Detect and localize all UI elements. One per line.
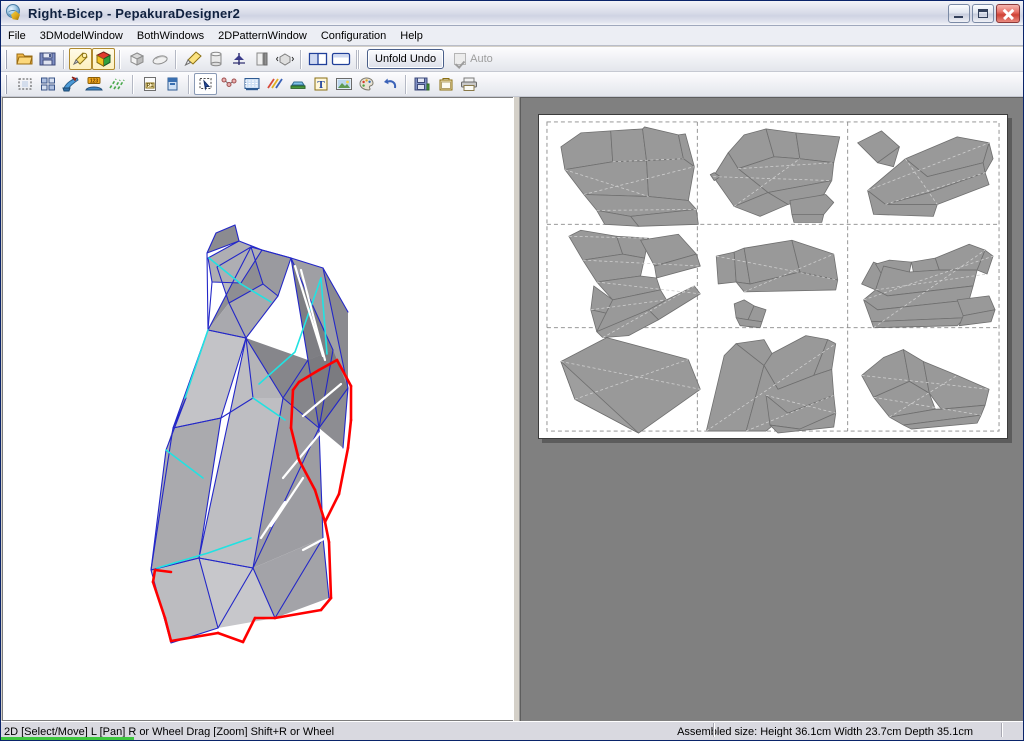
toolbar-separator <box>358 49 360 69</box>
toolbar-separator <box>188 74 190 94</box>
select-move-icon[interactable] <box>194 73 217 95</box>
paint-brush-icon[interactable] <box>59 73 82 95</box>
single-view-icon[interactable] <box>329 48 352 70</box>
color-cube-icon[interactable] <box>92 48 115 70</box>
toolbar-grip[interactable] <box>4 49 11 69</box>
toolbar-separator <box>119 49 121 69</box>
cut-line-icon[interactable] <box>240 73 263 95</box>
add-text-icon[interactable]: T <box>309 73 332 95</box>
unfold-undo-button[interactable]: Unfold Undo <box>367 49 445 69</box>
toolbar-primary: Unfold Undo Auto <box>1 47 1023 72</box>
toolbar-separator <box>300 49 302 69</box>
flatten-icon[interactable] <box>286 73 309 95</box>
print-preview-icon[interactable] <box>434 73 457 95</box>
flag-icon[interactable] <box>161 73 184 95</box>
toolbar-separator <box>63 49 65 69</box>
toolbar-secondary: 123 P.1 T <box>1 72 1023 97</box>
shading-flat-icon[interactable] <box>125 48 148 70</box>
add-image-icon[interactable] <box>332 73 355 95</box>
arrange-parts-icon[interactable] <box>36 73 59 95</box>
auto-label: Auto <box>470 53 493 65</box>
toolbar-grip[interactable] <box>4 74 11 94</box>
menu-item-2dpatternwindow[interactable]: 2DPatternWindow <box>211 28 314 44</box>
rotate-model-icon[interactable] <box>273 48 296 70</box>
menu-item-help[interactable]: Help <box>393 28 430 44</box>
3d-model-render <box>150 224 353 644</box>
application-window: Right-Bicep - PepakuraDesigner2 File 3DM… <box>0 0 1024 741</box>
2d-pattern-viewport[interactable] <box>520 97 1023 721</box>
edge-lines-icon[interactable] <box>105 73 128 95</box>
shading-smooth-icon[interactable] <box>148 48 171 70</box>
mirror-icon[interactable] <box>227 48 250 70</box>
window-title: Right-Bicep - PepakuraDesigner2 <box>28 5 241 21</box>
cylinder-icon[interactable] <box>204 48 227 70</box>
save-file-icon[interactable] <box>36 48 59 70</box>
join-faces-icon[interactable] <box>217 73 240 95</box>
svg-text:123: 123 <box>89 79 98 85</box>
maximize-button[interactable] <box>972 3 994 23</box>
3d-model-viewport[interactable] <box>2 97 513 721</box>
toolbar-separator <box>405 74 407 94</box>
open-file-icon[interactable] <box>13 48 36 70</box>
print-icon[interactable] <box>457 73 480 95</box>
progress-bar <box>1 737 1023 740</box>
toolbar-separator <box>132 74 134 94</box>
paint-texture-icon[interactable] <box>69 48 92 70</box>
svg-text:P.1: P.1 <box>146 83 153 89</box>
pattern-sheet[interactable] <box>538 114 1008 439</box>
split-face-icon[interactable] <box>250 48 273 70</box>
auto-checkbox-group[interactable]: Auto <box>454 53 493 65</box>
minimize-button[interactable] <box>948 3 970 23</box>
menu-item-configuration[interactable]: Configuration <box>314 28 393 44</box>
menu-item-3dmodelwindow[interactable]: 3DModelWindow <box>33 28 130 44</box>
save-pattern-icon[interactable] <box>411 73 434 95</box>
workspace <box>1 97 1023 721</box>
auto-checkbox[interactable] <box>454 53 467 65</box>
texture-paint-icon[interactable] <box>355 73 378 95</box>
svg-text:T: T <box>317 79 325 91</box>
close-button[interactable] <box>996 3 1020 23</box>
number-tabs-icon[interactable]: 123 <box>82 73 105 95</box>
unfold-tool-icon[interactable] <box>181 48 204 70</box>
toolbar-separator <box>175 49 177 69</box>
assembled-size-text: Assembled size: Height 36.1cm Width 23.7… <box>677 725 973 738</box>
menu-bar: File 3DModelWindow BothWindows 2DPattern… <box>1 26 1023 46</box>
pepakura-globe-icon <box>5 4 23 22</box>
menu-item-bothwindows[interactable]: BothWindows <box>130 28 211 44</box>
title-bar[interactable]: Right-Bicep - PepakuraDesigner2 <box>1 1 1023 26</box>
select-region-icon[interactable] <box>13 73 36 95</box>
side-by-side-view-icon[interactable] <box>306 48 329 70</box>
progress-bar-fill <box>1 737 134 740</box>
menu-item-file[interactable]: File <box>1 28 33 44</box>
pattern-render <box>546 121 1000 434</box>
panel-splitter[interactable] <box>513 97 520 721</box>
status-hint-text: 2D [Select/Move] L [Pan] R or Wheel Drag… <box>4 725 335 738</box>
page-number-icon[interactable]: P.1 <box>138 73 161 95</box>
undo-icon[interactable] <box>378 73 401 95</box>
fold-lines-icon[interactable] <box>263 73 286 95</box>
window-controls <box>948 3 1023 23</box>
